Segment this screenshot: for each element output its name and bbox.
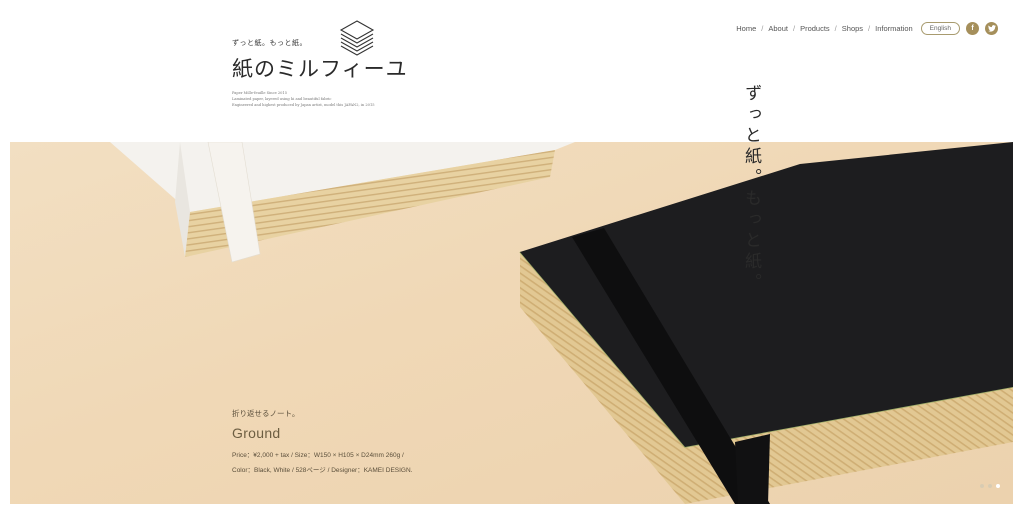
product-spec-line: Color：Black, White / 528ページ / Designer：K…	[232, 467, 413, 474]
slider-dot[interactable]	[980, 484, 984, 488]
nav-link-products[interactable]: Products	[800, 24, 830, 33]
nav-links: Home / About / Products / Shops / Inform…	[736, 24, 912, 33]
product-info: 折り返せるノート。 Ground Price：¥2,000 + tax / Si…	[232, 408, 412, 478]
nav-separator: /	[792, 24, 796, 33]
white-notebook	[110, 142, 575, 263]
hero-slider[interactable]	[10, 142, 1013, 504]
slider-dot-active[interactable]	[996, 484, 1000, 488]
twitter-bird-icon	[987, 25, 996, 32]
product-spec: Price：¥2,000 + tax / Size：W150 × H105 × …	[232, 448, 412, 478]
logo-tagline: ずっと紙。もっと紙。	[232, 39, 307, 47]
product-spec-line: Price：¥2,000 + tax / Size：W150 × H105 × …	[232, 452, 404, 459]
slider-dot[interactable]	[988, 484, 992, 488]
main-nav: Home / About / Products / Shops / Inform…	[736, 22, 998, 35]
product-name[interactable]: Ground	[232, 425, 412, 441]
logo-description: Paper Mille-feuille Since 2015 Laminated…	[232, 90, 375, 108]
logo-title: 紙のミルフィーユ	[232, 57, 408, 81]
language-toggle-button[interactable]: English	[920, 22, 960, 35]
nav-separator: /	[868, 24, 871, 33]
logo-description-line: Engineered and highest produced by Japan…	[232, 103, 375, 107]
hero-vertical-copy: ずっと紙。もっと紙。	[741, 84, 761, 294]
nav-link-shops[interactable]: Shops	[842, 24, 863, 33]
twitter-icon[interactable]	[985, 22, 998, 35]
paper-stack-icon	[339, 20, 375, 56]
hero-product-image	[110, 142, 1013, 504]
nav-link-information[interactable]: Information	[875, 24, 913, 33]
slider-pagination	[976, 484, 1000, 488]
nav-link-about[interactable]: About	[768, 24, 788, 33]
black-notebook	[519, 142, 1013, 504]
nav-separator: /	[834, 24, 837, 33]
nav-separator: /	[761, 24, 764, 33]
nav-link-home[interactable]: Home	[736, 24, 756, 33]
facebook-icon[interactable]: f	[966, 22, 979, 35]
product-subtitle: 折り返せるノート。	[232, 409, 300, 418]
